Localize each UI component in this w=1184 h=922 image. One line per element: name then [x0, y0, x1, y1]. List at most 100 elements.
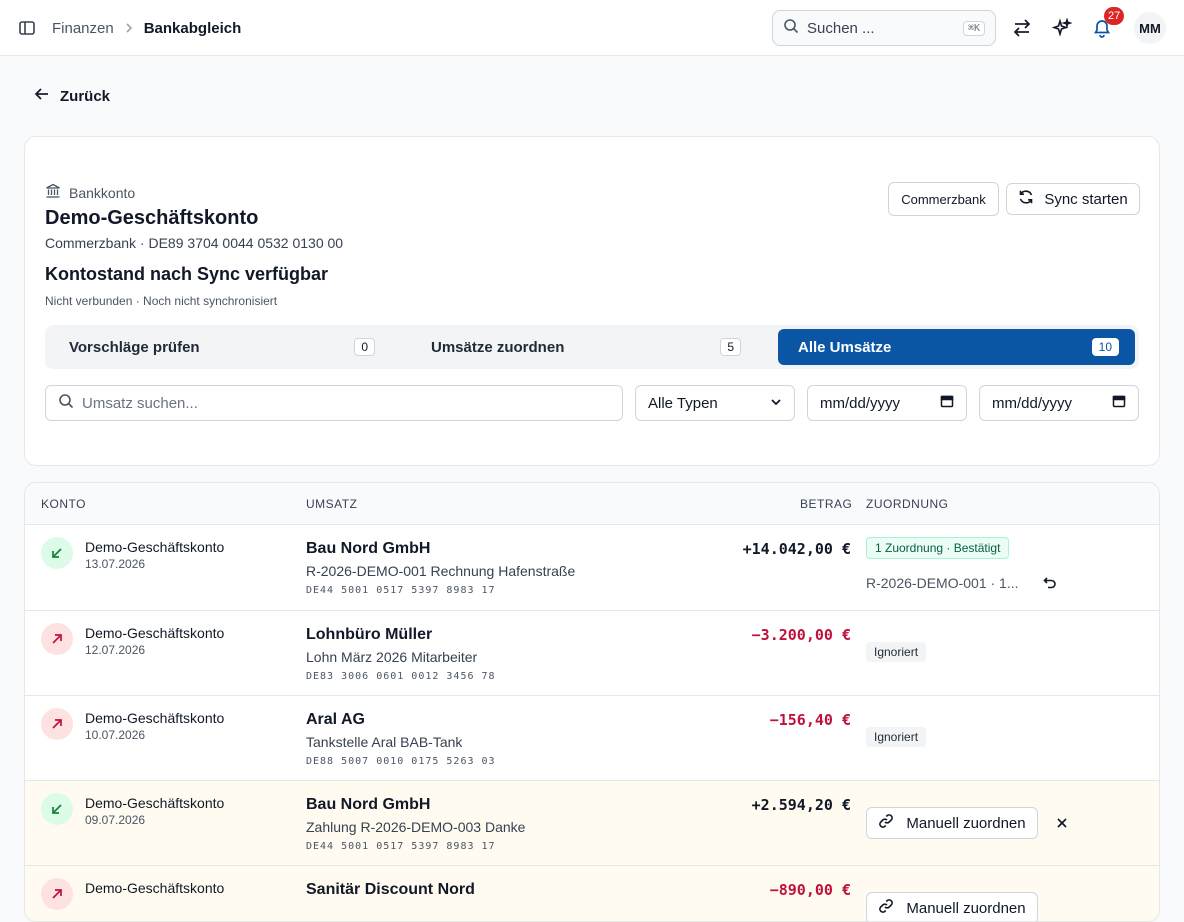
bank-button[interactable]: Commerzbank [888, 182, 999, 216]
global-search[interactable]: Suchen ... ⌘K [772, 10, 996, 46]
link-icon [878, 813, 894, 833]
account-status: Nicht verbunden · Noch nicht synchronisi… [45, 294, 278, 308]
status-badge: Ignoriert [866, 727, 927, 747]
table-row[interactable]: Demo-Geschäftskonto 12.07.2026 Lohnbüro … [25, 611, 1159, 696]
row-amount: −156,40 € [769, 711, 851, 729]
row-purpose: R-2026-DEMO-001 Rechnung Hafenstraße [306, 563, 576, 579]
account-name: Demo-Geschäftskonto [45, 207, 259, 229]
account-bank-iban: Commerzbank · DE89 3704 0044 0532 0130 0… [45, 235, 344, 251]
manual-assign-label: Manuell zuordnen [906, 814, 1026, 832]
column-header-zuordnung: ZUORDNUNG [866, 497, 949, 511]
table-row[interactable]: Demo-Geschäftskonto 10.07.2026 Aral AG T… [25, 696, 1159, 781]
outgoing-arrow-icon [41, 623, 73, 655]
undo-icon[interactable] [1041, 574, 1059, 592]
sync-button[interactable]: Sync starten [1006, 183, 1140, 215]
row-amount: +14.042,00 € [742, 540, 851, 558]
breadcrumb-finanzen[interactable]: Finanzen [52, 20, 114, 37]
account-card: Bankkonto Demo-Geschäftskonto Commerzban… [24, 136, 1160, 466]
table-row[interactable]: Demo-Geschäftskonto Sanitär Discount Nor… [25, 866, 1159, 921]
breadcrumb: Finanzen Bankabgleich [52, 0, 241, 56]
bank-icon [45, 183, 61, 202]
status-badge: Ignoriert [866, 642, 927, 662]
date-from-placeholder: mm/dd/yyyy [820, 394, 901, 412]
assignment-reference[interactable]: R-2026-DEMO-001 · 1... [866, 575, 1019, 591]
row-counterparty: Aral AG [306, 711, 365, 728]
row-purpose: Lohn März 2026 Mitarbeiter [306, 649, 478, 665]
column-header-umsatz: UMSATZ [306, 497, 358, 511]
row-date: 12.07.2026 [85, 643, 146, 657]
row-iban: DE88 5007 0010 0175 5263 03 [306, 756, 496, 767]
row-purpose: Zahlung R-2026-DEMO-003 Danke [306, 819, 526, 835]
manual-assign-button[interactable]: Manuell zuordnen [866, 892, 1038, 921]
chevron-right-icon [124, 22, 134, 34]
tab-label: Alle Umsätze [798, 338, 892, 356]
column-header-konto: KONTO [41, 497, 86, 511]
table-row[interactable]: Demo-Geschäftskonto 09.07.2026 Bau Nord … [25, 781, 1159, 866]
transfer-icon[interactable] [1010, 16, 1034, 40]
arrow-left-icon [34, 86, 50, 106]
sparkles-icon[interactable] [1050, 16, 1074, 40]
incoming-arrow-icon [41, 537, 73, 569]
tab-count: 0 [354, 338, 375, 356]
row-account: Demo-Geschäftskonto [85, 795, 225, 811]
calendar-icon [940, 394, 954, 412]
top-bar: Finanzen Bankabgleich Suchen ... ⌘K 27 M… [0, 0, 1184, 56]
tab-alle-umsaetze[interactable]: Alle Umsätze 10 [778, 329, 1135, 365]
account-type-label: Bankkonto [69, 184, 136, 201]
search-icon [58, 393, 74, 414]
row-amount: +2.594,20 € [751, 796, 851, 814]
type-select[interactable]: Alle Typen [635, 385, 795, 421]
avatar[interactable]: MM [1134, 12, 1166, 44]
row-account: Demo-Geschäftskonto [85, 710, 225, 726]
back-button[interactable]: Zurück [34, 86, 110, 106]
row-date: 13.07.2026 [85, 557, 146, 571]
outgoing-arrow-icon [41, 878, 73, 910]
row-amount: −3.200,00 € [751, 626, 851, 644]
sidebar-toggle-icon[interactable] [16, 17, 38, 39]
type-select-value: Alle Typen [648, 394, 718, 412]
row-iban: DE44 5001 0517 5397 8983 17 [306, 585, 496, 596]
row-counterparty: Lohnbüro Müller [306, 626, 433, 643]
tab-zuordnen[interactable]: Umsätze zuordnen 5 [411, 329, 757, 365]
calendar-icon [1112, 394, 1126, 412]
row-account: Demo-Geschäftskonto [85, 625, 225, 641]
row-counterparty: Sanitär Discount Nord [306, 881, 475, 898]
table-row[interactable]: Demo-Geschäftskonto 13.07.2026 Bau Nord … [25, 525, 1159, 611]
search-shortcut: ⌘K [962, 20, 985, 36]
transaction-search-input[interactable] [82, 394, 610, 412]
notification-badge: 27 [1104, 7, 1125, 25]
row-date: 09.07.2026 [85, 813, 146, 827]
account-balance: Kontostand nach Sync verfügbar [45, 264, 329, 284]
close-icon[interactable] [1053, 814, 1071, 832]
chevron-down-icon [770, 395, 782, 412]
table-header: KONTO UMSATZ BETRAG ZUORDNUNG [25, 483, 1159, 525]
row-iban: DE44 5001 0517 5397 8983 17 [306, 841, 496, 852]
tab-bar: Vorschläge prüfen 0 Umsätze zuordnen 5 A… [45, 325, 1139, 369]
transactions-table: KONTO UMSATZ BETRAG ZUORDNUNG Demo-Gesch… [24, 482, 1160, 922]
tab-count: 5 [720, 338, 741, 356]
date-from-field[interactable]: mm/dd/yyyy [807, 385, 967, 421]
row-iban: DE83 3006 0601 0012 3456 78 [306, 671, 496, 682]
incoming-arrow-icon [41, 793, 73, 825]
manual-assign-label: Manuell zuordnen [906, 899, 1026, 917]
account-type: Bankkonto [45, 183, 135, 202]
tab-count: 10 [1091, 338, 1119, 356]
transaction-search[interactable] [45, 385, 623, 421]
breadcrumb-bankabgleich: Bankabgleich [143, 19, 242, 37]
column-header-betrag: BETRAG [800, 497, 853, 511]
manual-assign-button[interactable]: Manuell zuordnen [866, 807, 1038, 839]
status-badge: 1 Zuordnung · Bestätigt [866, 537, 1010, 559]
row-account: Demo-Geschäftskonto [85, 539, 225, 555]
tab-vorschlaege[interactable]: Vorschläge prüfen 0 [49, 329, 391, 365]
refresh-icon [1018, 189, 1034, 209]
row-date: 10.07.2026 [85, 728, 146, 742]
date-to-field[interactable]: mm/dd/yyyy [979, 385, 1139, 421]
sync-button-label: Sync starten [1044, 190, 1128, 208]
date-to-placeholder: mm/dd/yyyy [992, 394, 1073, 412]
row-counterparty: Bau Nord GmbH [306, 796, 431, 813]
row-amount: −890,00 € [769, 881, 851, 899]
tab-label: Vorschläge prüfen [69, 338, 200, 356]
row-purpose: Tankstelle Aral BAB-Tank [306, 734, 463, 750]
row-counterparty: Bau Nord GmbH [306, 540, 431, 557]
back-label: Zurück [60, 87, 111, 105]
